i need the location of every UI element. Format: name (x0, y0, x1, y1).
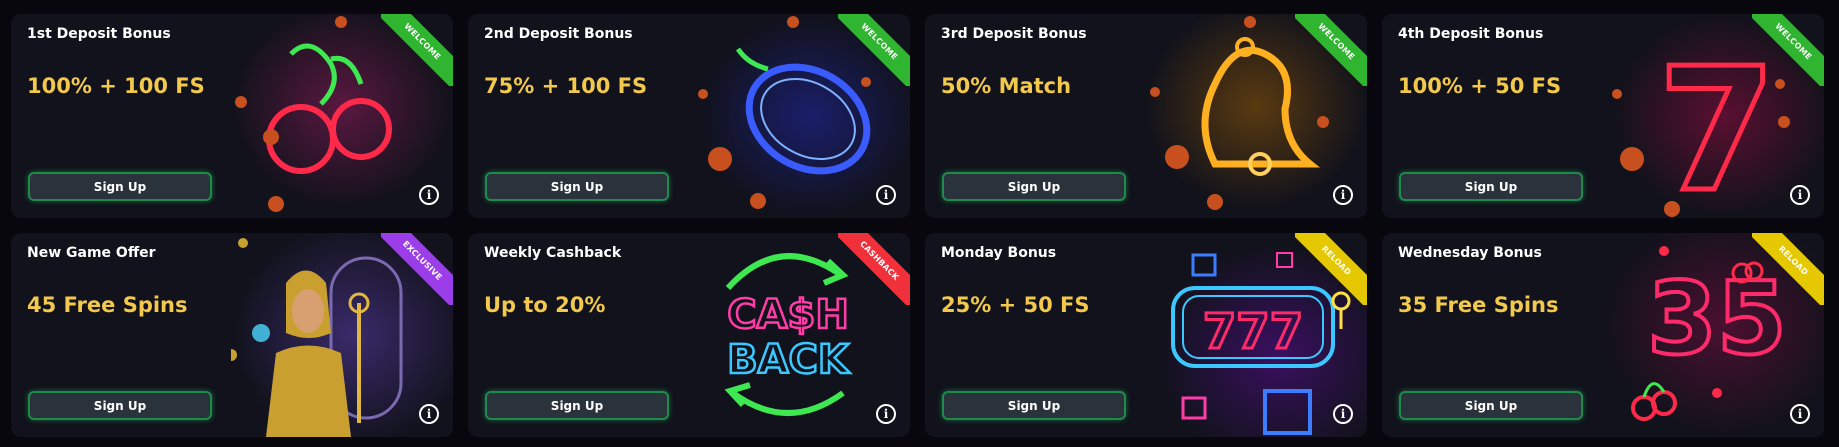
sign-up-button[interactable]: Sign Up (28, 172, 212, 201)
welcome-ribbon: WELCOME (1752, 14, 1824, 86)
slot-777-text: 777 (1203, 304, 1303, 360)
card-offer: 45 Free Spins (27, 293, 188, 317)
exclusive-ribbon: EXCLUSIVE (381, 233, 453, 305)
info-icon[interactable]: i (419, 404, 439, 424)
card-offer: 50% Match (941, 74, 1072, 98)
info-icon[interactable]: i (1790, 404, 1810, 424)
back-text: BACK (727, 337, 851, 383)
sign-up-button[interactable]: Sign Up (485, 172, 669, 201)
card-title: 2nd Deposit Bonus (484, 26, 633, 42)
sign-up-button[interactable]: Sign Up (1399, 172, 1583, 201)
card-offer: 100% + 50 FS (1398, 74, 1562, 98)
bonus-card-3rd-deposit[interactable]: WELCOME 3rd Deposit Bonus 50% Match Sign… (925, 14, 1367, 218)
info-icon[interactable]: i (876, 404, 896, 424)
reload-ribbon: RELOAD (1752, 233, 1824, 305)
card-offer: 25% + 50 FS (941, 293, 1090, 317)
card-title: 1st Deposit Bonus (27, 26, 171, 42)
bonus-card-2nd-deposit[interactable]: WELCOME 2nd Deposit Bonus 75% + 100 FS S… (468, 14, 910, 218)
card-title: 4th Deposit Bonus (1398, 26, 1544, 42)
card-title: 3rd Deposit Bonus (941, 26, 1087, 42)
sign-up-button[interactable]: Sign Up (28, 391, 212, 420)
cashback-ribbon: CASHBACK (838, 233, 910, 305)
bonus-card-monday-bonus[interactable]: 777 RELOAD Monday Bonus 25% + 50 FS Sign… (925, 233, 1367, 437)
bonus-card-weekly-cashback[interactable]: CA$H BACK CASHBACK Weekly Cashback Up to… (468, 233, 910, 437)
sign-up-button[interactable]: Sign Up (1399, 391, 1583, 420)
sign-up-button[interactable]: Sign Up (942, 172, 1126, 201)
sign-up-button[interactable]: Sign Up (485, 391, 669, 420)
card-title: Weekly Cashback (484, 245, 622, 261)
card-offer: 75% + 100 FS (484, 74, 648, 98)
info-icon[interactable]: i (876, 185, 896, 205)
sign-up-button[interactable]: Sign Up (942, 391, 1126, 420)
welcome-ribbon: WELCOME (1295, 14, 1367, 86)
info-icon[interactable]: i (1333, 404, 1353, 424)
card-offer: Up to 20% (484, 293, 606, 317)
cash-text: CA$H (727, 292, 849, 338)
card-offer: 35 Free Spins (1398, 293, 1559, 317)
bonus-card-1st-deposit[interactable]: WELCOME 1st Deposit Bonus 100% + 100 FS … (11, 14, 453, 218)
bonus-card-wednesday-bonus[interactable]: 35 RELOAD Wednesday Bonus 35 Free Spins … (1382, 233, 1824, 437)
card-offer: 100% + 100 FS (27, 74, 205, 98)
bonus-card-new-game-offer[interactable]: EXCLUSIVE New Game Offer 45 Free Spins S… (11, 233, 453, 437)
card-title: Monday Bonus (941, 245, 1057, 261)
info-icon[interactable]: i (1790, 185, 1810, 205)
card-title: New Game Offer (27, 245, 156, 261)
card-title: Wednesday Bonus (1398, 245, 1542, 261)
info-icon[interactable]: i (419, 185, 439, 205)
reload-ribbon: RELOAD (1295, 233, 1367, 305)
info-icon[interactable]: i (1333, 185, 1353, 205)
bonus-offers-grid: WELCOME 1st Deposit Bonus 100% + 100 FS … (11, 14, 1824, 437)
bonus-card-4th-deposit[interactable]: 7 WELCOME 4th Deposit Bonus 100% + 50 FS… (1382, 14, 1824, 218)
welcome-ribbon: WELCOME (381, 14, 453, 86)
welcome-ribbon: WELCOME (838, 14, 910, 86)
